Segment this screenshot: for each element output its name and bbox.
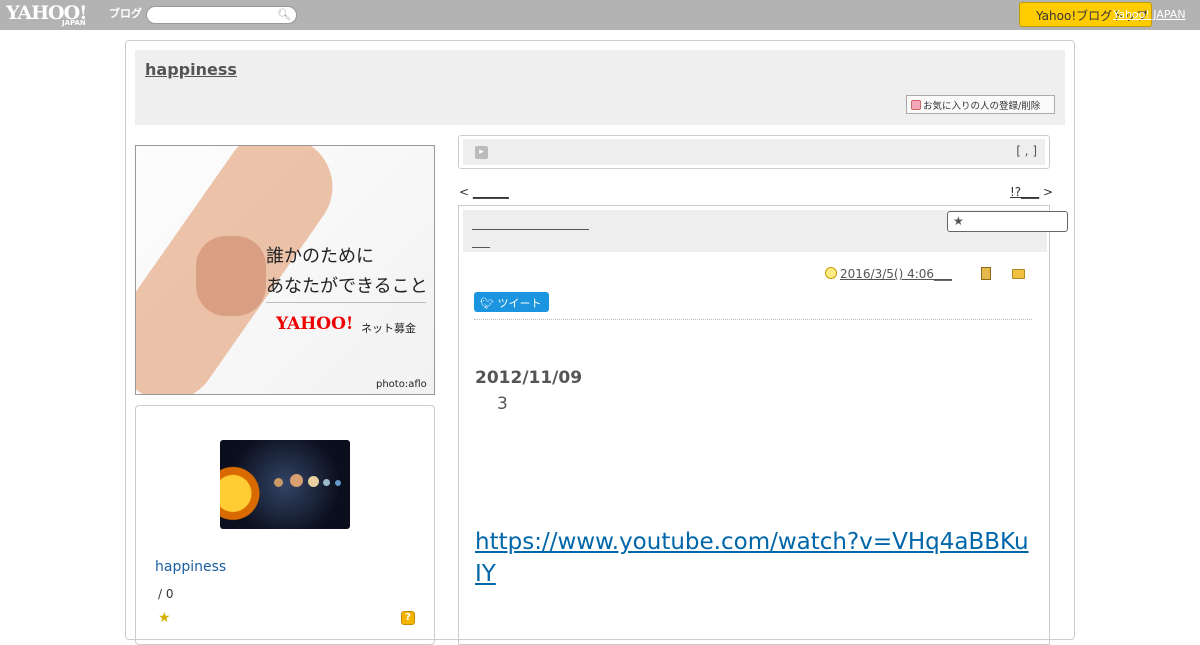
planet-image bbox=[290, 474, 303, 487]
donation-ad-banner[interactable]: 誰かのために あなたができること YAHOO! ネット募金 photo:aflo bbox=[135, 145, 435, 395]
avatar[interactable] bbox=[220, 440, 350, 529]
star-icon[interactable]: ★ bbox=[158, 610, 171, 626]
blog-title[interactable]: happiness bbox=[145, 60, 237, 79]
folder-icon[interactable] bbox=[1012, 269, 1025, 279]
profile-box: happiness / 0 ★ ? bbox=[135, 405, 435, 645]
tweet-button[interactable]: 🐦︎ ツイート bbox=[474, 292, 549, 312]
heart-icon bbox=[911, 100, 921, 110]
book-icon[interactable] bbox=[981, 267, 991, 280]
handshake-image bbox=[196, 236, 266, 316]
prev-article-link[interactable]: < ______ bbox=[459, 185, 509, 199]
ad-tagline: ネット募金 bbox=[361, 322, 416, 335]
notice-text: [ , ] bbox=[1016, 144, 1037, 158]
ad-headline-1: 誰かのために bbox=[266, 246, 374, 267]
ad-yahoo-logo: YAHOO! bbox=[276, 314, 354, 334]
favorite-register-button[interactable]: お気に入りの人の登録/削除 bbox=[906, 95, 1055, 114]
article-body-number: 3 bbox=[497, 394, 508, 414]
search-input[interactable]: 🔍︎ bbox=[146, 6, 297, 24]
yahoo-logo[interactable]: YAHOO! JAPAN ブログ bbox=[6, 2, 142, 27]
logo-service-text: ブログ bbox=[109, 7, 142, 20]
favorite-count: / 0 bbox=[158, 587, 174, 601]
planet-image bbox=[308, 476, 319, 487]
youtube-link[interactable]: https://www.youtube.com/watch?v=VHq4aBBK… bbox=[475, 526, 1030, 590]
next-article-label[interactable]: !?___ bbox=[1010, 185, 1039, 199]
chevron-right-icon[interactable]: ▸ bbox=[475, 146, 488, 159]
search-icon[interactable]: 🔍︎ bbox=[277, 8, 291, 21]
planet-image bbox=[274, 478, 283, 487]
article-header: ★ bbox=[463, 210, 1068, 252]
article-divider bbox=[474, 319, 1032, 320]
ad-photo-credit: photo:aflo bbox=[376, 379, 427, 390]
notice-box: ▸ [ , ] bbox=[458, 135, 1050, 169]
profile-name[interactable]: happiness bbox=[155, 559, 226, 575]
top-bar: YAHOO! JAPAN ブログ 🔍︎ Yahoo!ブログトップ Yahoo! … bbox=[0, 0, 1200, 30]
article-subtitle[interactable] bbox=[472, 238, 490, 248]
star-button[interactable]: ★ bbox=[947, 211, 1068, 232]
notice-bar: ▸ [ , ] bbox=[463, 139, 1045, 165]
help-icon[interactable]: ? bbox=[401, 611, 415, 625]
favorite-register-label: お気に入りの人の登録/削除 bbox=[923, 101, 1041, 112]
clock-icon bbox=[825, 267, 837, 279]
article-meta: 2016/3/5() 4:06___ bbox=[825, 267, 952, 281]
article-title[interactable] bbox=[472, 216, 589, 230]
planet-image bbox=[335, 480, 341, 486]
next-arrow: > bbox=[1043, 185, 1054, 199]
next-article-link[interactable]: !?___ > bbox=[1010, 185, 1053, 199]
article-date[interactable]: 2016/3/5() 4:06___ bbox=[840, 267, 952, 281]
logo-sub-text: JAPAN bbox=[62, 19, 86, 27]
planet-image bbox=[323, 479, 330, 486]
ad-divider bbox=[266, 302, 426, 303]
blog-header: happiness お気に入りの人の登録/削除 bbox=[135, 50, 1065, 125]
article-body-date: 2012/11/09 bbox=[475, 368, 583, 388]
ad-headline-2: あなたができること bbox=[266, 276, 428, 297]
yahoo-japan-link[interactable]: Yahoo! JAPAN bbox=[1113, 8, 1186, 21]
twitter-bird-icon: 🐦︎ bbox=[480, 297, 494, 310]
tweet-label: ツイート bbox=[497, 297, 542, 310]
prev-article-label[interactable]: ______ bbox=[473, 185, 509, 199]
prev-arrow: < bbox=[459, 185, 470, 199]
